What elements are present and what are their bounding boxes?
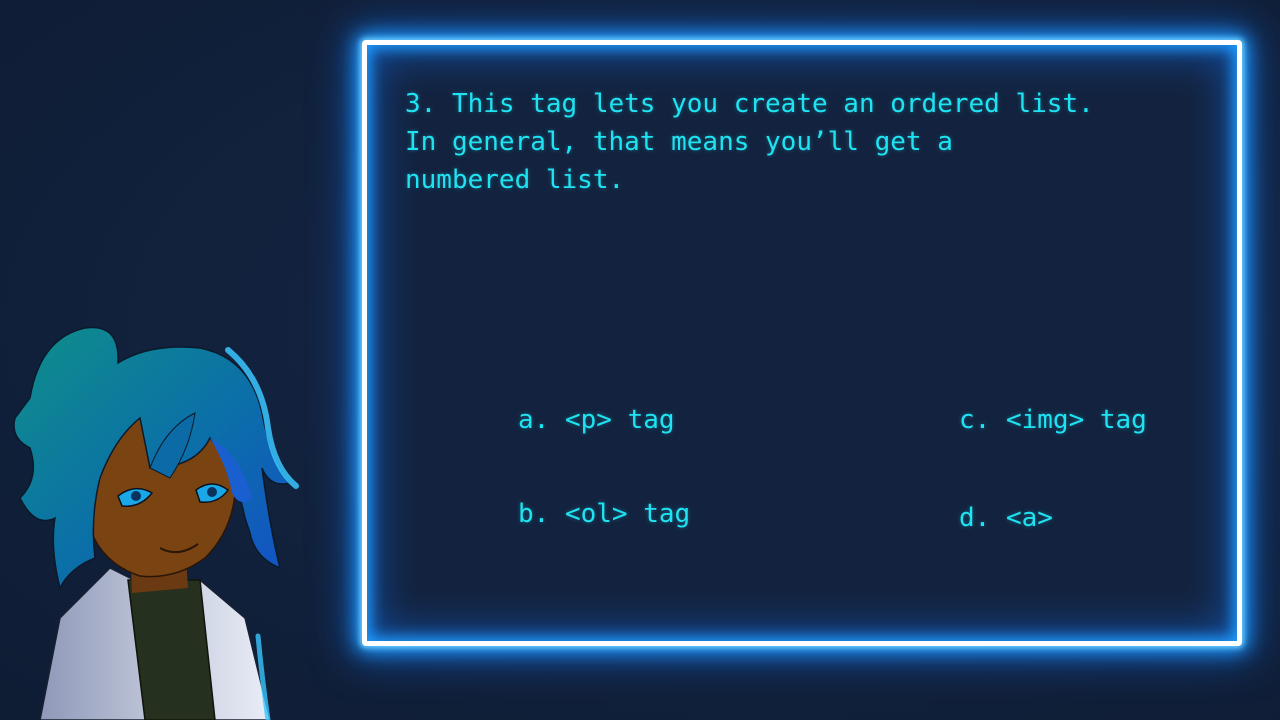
answer-option-b[interactable]: b. <ol> tag [518,497,690,531]
answer-option-a[interactable]: a. <p> tag [518,403,675,437]
answer-option-c[interactable]: c. <img> tag [959,403,1147,437]
question-text: 3. This tag lets you create an ordered l… [405,89,1094,195]
character-portrait [13,326,299,720]
answer-option-d[interactable]: d. <a> [959,501,1053,535]
quiz-panel: 3. This tag lets you create an ordered l… [362,40,1242,646]
